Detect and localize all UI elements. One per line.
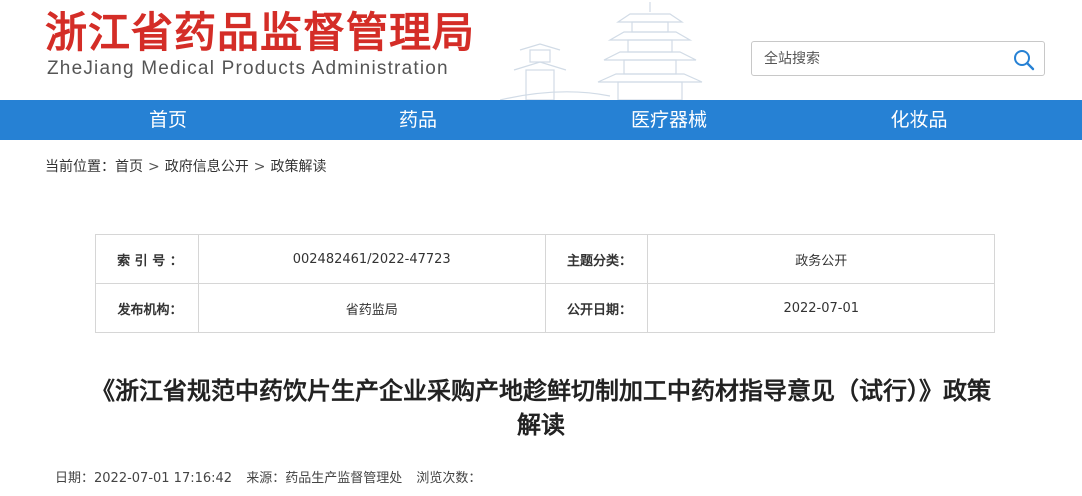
search-box	[751, 41, 1045, 76]
index-number-label: 索 引 号 ：	[95, 234, 199, 284]
index-number-value: 002482461/2022-47723	[197, 234, 546, 284]
publish-date-value: 2022-07-01	[647, 283, 995, 333]
nav-item-cosmetics[interactable]: 化妆品	[869, 100, 969, 140]
publisher-label: 发布机构：	[95, 283, 199, 333]
site-title-english: ZheJiang Medical Products Administration	[47, 58, 449, 79]
breadcrumb: 当前位置：首页 > 政府信息公开 > 政策解读	[45, 156, 326, 176]
topic-category-label: 主题分类：	[544, 234, 649, 284]
document-info-table: 索 引 号 ： 002482461/2022-47723 主题分类： 政务公开 …	[95, 234, 995, 333]
publish-date-label: 公开日期：	[544, 283, 649, 333]
breadcrumb-policy-link[interactable]: 政策解读	[270, 159, 326, 175]
publisher-value: 省药监局	[197, 283, 546, 333]
article-meta: 日期：2022-07-01 17:16:42 来源：药品生产监督管理处 浏览次数…	[55, 467, 491, 486]
breadcrumb-separator: >	[253, 159, 266, 175]
article-views: 浏览次数：	[416, 471, 482, 486]
breadcrumb-prefix: 当前位置：	[45, 159, 115, 175]
search-icon[interactable]	[1012, 48, 1036, 72]
nav-item-medical-devices[interactable]: 医疗器械	[609, 100, 729, 140]
nav-item-drugs[interactable]: 药品	[368, 100, 468, 140]
article-title: 《浙江省规范中药饮片生产企业采购产地趁鲜切制加工中药材指导意见（试行）》政策解读	[91, 377, 991, 439]
article-source: 来源：药品生产监督管理处	[246, 471, 403, 486]
topic-category-value: 政务公开	[647, 234, 995, 284]
table-row: 索 引 号 ： 002482461/2022-47723 主题分类： 政务公开	[95, 234, 995, 284]
nav-item-home[interactable]: 首页	[118, 100, 218, 140]
pagoda-silhouette-icon	[500, 2, 703, 100]
main-nav: 首页 药品 医疗器械 化妆品	[0, 100, 1082, 140]
site-title-chinese[interactable]: 浙江省药品监督管理局	[45, 8, 475, 58]
breadcrumb-separator: >	[148, 159, 160, 175]
breadcrumb-gov-info-link[interactable]: 政府信息公开	[165, 159, 249, 175]
table-row: 发布机构： 省药监局 公开日期： 2022-07-01	[95, 283, 995, 333]
site-header: 浙江省药品监督管理局 ZheJiang Medical Products Adm…	[0, 0, 1082, 100]
breadcrumb-home-link[interactable]: 首页	[115, 159, 143, 175]
article-date: 日期：2022-07-01 17:16:42	[55, 471, 233, 486]
search-input[interactable]	[764, 48, 1004, 70]
